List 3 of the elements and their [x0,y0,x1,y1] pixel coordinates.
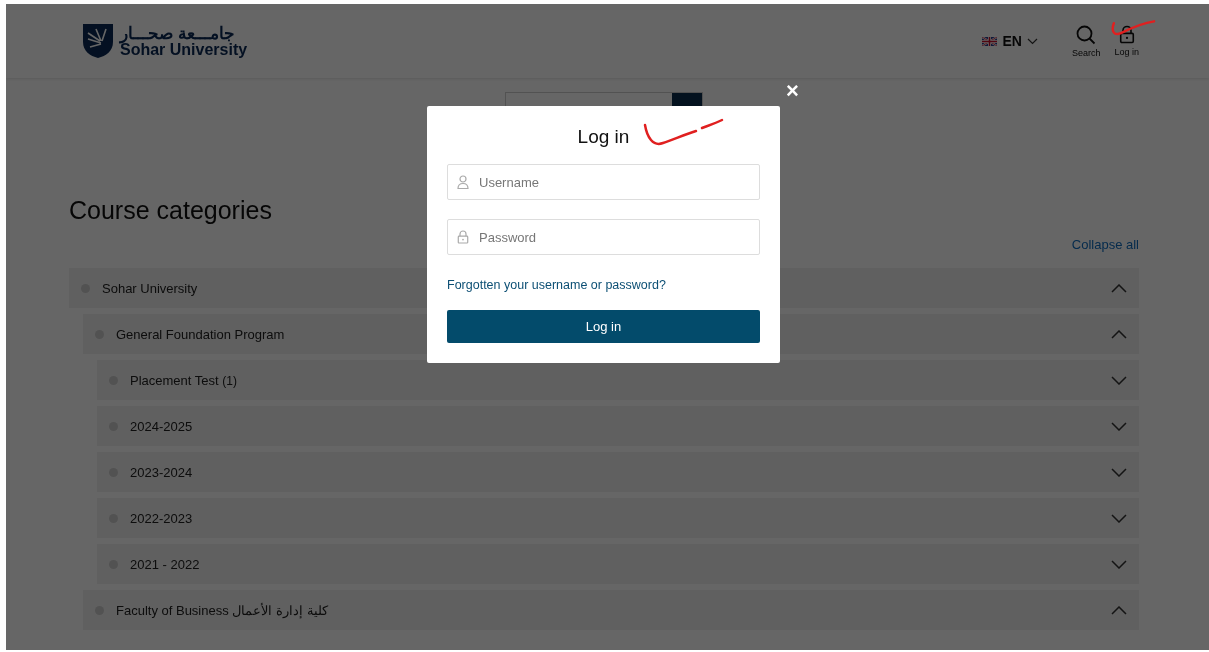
logo-arabic-text: جامـــعة صحـــار [120,24,235,42]
page-title: Course categories [69,196,273,225]
dialog-title: Log in [577,126,630,148]
